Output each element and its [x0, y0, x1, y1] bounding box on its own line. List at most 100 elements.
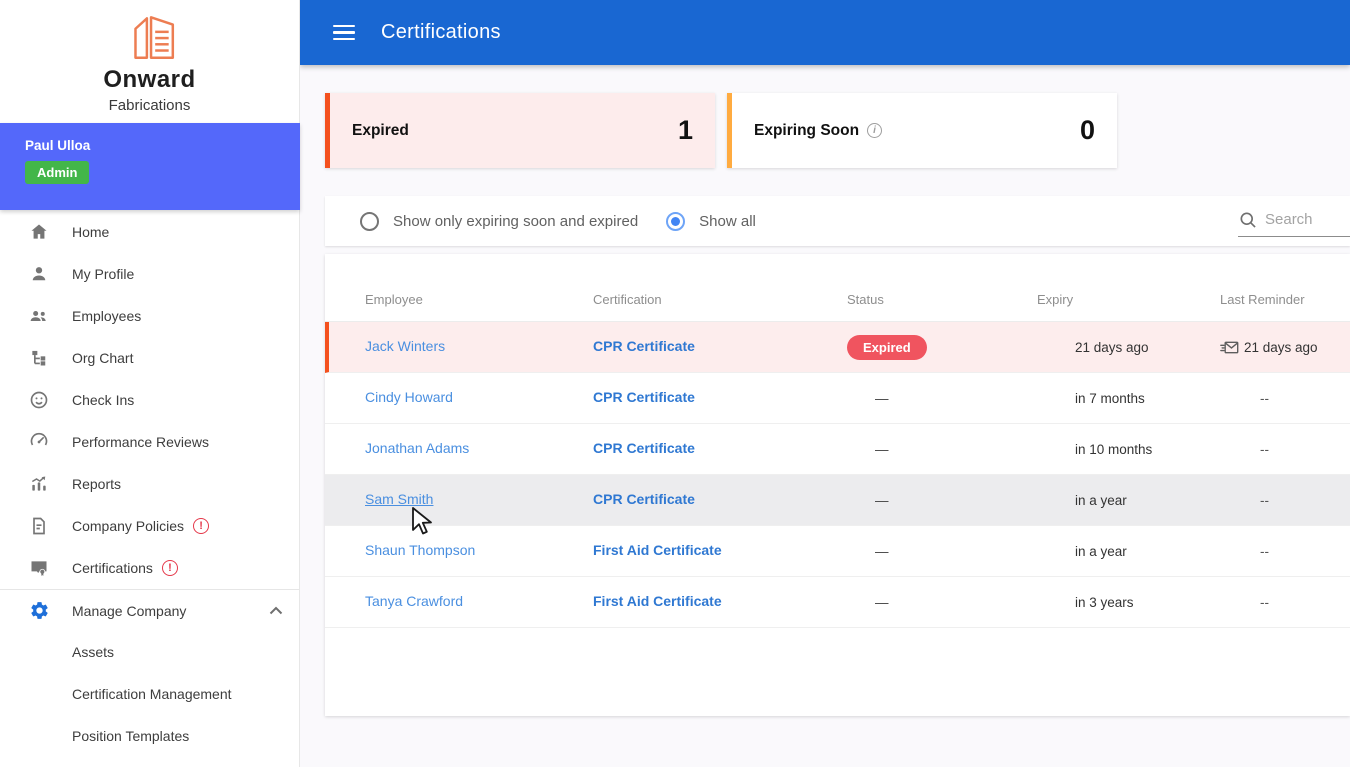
chevron-up-icon — [269, 602, 283, 620]
last-reminder-cell: -- — [1260, 543, 1269, 559]
expired-card-label: Expired — [352, 121, 409, 139]
search-input[interactable] — [1265, 211, 1343, 228]
expiring-card-label: Expiring Soon — [754, 121, 860, 139]
column-header-employee: Employee — [365, 292, 423, 307]
search-icon — [1240, 212, 1256, 228]
sidebar: Onward Fabrications Paul Ulloa Admin Hom… — [0, 0, 300, 767]
table-row[interactable]: Jonathan Adams CPR Certificate — in 10 m… — [325, 424, 1350, 475]
sidebar-item-label: Performance Reviews — [72, 434, 209, 450]
sidebar-item-label: Home — [72, 224, 110, 240]
expired-status-badge: Expired — [847, 334, 927, 360]
last-reminder-cell: -- — [1260, 492, 1269, 508]
table-row[interactable]: Sam Smith CPR Certificate — in a year -- — [325, 475, 1350, 526]
reminder-email-icon — [1220, 341, 1239, 353]
expiry-cell: in a year — [1075, 492, 1127, 508]
search-field[interactable] — [1238, 205, 1350, 237]
sidebar-item-label: Employees — [72, 308, 142, 324]
sidebar-item-employees[interactable]: Employees — [0, 295, 299, 337]
topbar: Certifications — [300, 0, 1350, 65]
radio-unchecked-icon[interactable] — [360, 211, 379, 231]
column-header-certification: Certification — [593, 292, 662, 307]
hamburger-menu-icon[interactable] — [333, 21, 355, 45]
certification-link[interactable]: CPR Certificate — [593, 338, 695, 354]
last-reminder-cell: -- — [1260, 441, 1269, 457]
employee-link[interactable]: Sam Smith — [365, 491, 433, 507]
sidebar-item-reports[interactable]: Reports — [0, 463, 299, 505]
expiry-cell: in 7 months — [1075, 390, 1145, 406]
certification-link[interactable]: First Aid Certificate — [593, 542, 722, 558]
certification-link[interactable]: CPR Certificate — [593, 440, 695, 456]
certification-link[interactable]: CPR Certificate — [593, 389, 695, 405]
employee-link[interactable]: Tanya Crawford — [365, 593, 463, 609]
gauge-icon — [28, 431, 50, 453]
table-header-row: Employee Certification Status Expiry Las… — [325, 254, 1350, 322]
expiring-soon-summary-card[interactable]: Expiring Soon i 0 — [727, 93, 1117, 168]
employee-link[interactable]: Cindy Howard — [365, 389, 453, 405]
sidebar-subitem-assets[interactable]: Assets — [0, 631, 299, 673]
table-row[interactable]: Cindy Howard CPR Certificate — in 7 mont… — [325, 373, 1350, 424]
last-reminder-cell: -- — [1260, 390, 1269, 406]
status-cell: — — [875, 543, 889, 559]
radio-label: Show all — [699, 212, 756, 230]
certification-link[interactable]: First Aid Certificate — [593, 593, 722, 609]
last-reminder-text: 21 days ago — [1244, 339, 1318, 355]
radio-checked-icon[interactable] — [666, 211, 686, 231]
expiring-card-count: 0 — [1079, 115, 1095, 145]
chart-icon — [28, 473, 50, 495]
company-logo: Onward Fabrications — [0, 0, 299, 114]
column-header-expiry: Expiry — [1037, 292, 1074, 307]
table-row[interactable]: Tanya Crawford First Aid Certificate — i… — [325, 577, 1350, 628]
sidebar-item-label: Reports — [72, 476, 122, 492]
column-header-status: Status — [847, 292, 884, 307]
radio-show-expiring-only[interactable]: Show only expiring soon and expired — [360, 211, 639, 231]
sidebar-subitem-position-templates[interactable]: Position Templates — [0, 715, 299, 757]
sidebar-item-home[interactable]: Home — [0, 211, 299, 253]
user-name: Paul Ulloa — [25, 138, 91, 153]
expiry-cell: in 10 months — [1075, 441, 1153, 457]
sidebar-item-org-chart[interactable]: Org Chart — [0, 337, 299, 379]
last-reminder-cell: -- — [1260, 594, 1269, 610]
admin-badge: Admin — [25, 161, 90, 184]
sidebar-item-company-policies[interactable]: Company Policies ! — [0, 505, 299, 547]
radio-label: Show only expiring soon and expired — [393, 212, 639, 230]
employee-link[interactable]: Jack Winters — [365, 338, 445, 354]
certification-link[interactable]: CPR Certificate — [593, 491, 695, 507]
sidebar-item-label: Certifications — [72, 560, 153, 576]
alert-icon: ! — [161, 560, 178, 576]
smiley-icon — [28, 389, 50, 411]
brand-subtitle: Fabrications — [108, 97, 191, 114]
employee-link[interactable]: Shaun Thompson — [365, 542, 475, 558]
sidebar-menu: Home My Profile Employees Org Chart Chec… — [0, 211, 299, 757]
gear-icon — [28, 600, 50, 622]
expired-card-count: 1 — [677, 115, 693, 145]
sidebar-item-label: My Profile — [72, 266, 135, 282]
org-chart-icon — [28, 347, 50, 369]
page-title: Certifications — [381, 21, 501, 43]
sidebar-item-certifications[interactable]: Certifications ! — [0, 547, 299, 589]
sidebar-item-performance-reviews[interactable]: Performance Reviews — [0, 421, 299, 463]
expiry-cell: in 3 years — [1075, 594, 1134, 610]
expired-summary-card[interactable]: Expired 1 — [325, 93, 715, 168]
sidebar-item-label: Check Ins — [72, 392, 135, 408]
table-row[interactable]: Shaun Thompson First Aid Certificate — i… — [325, 526, 1350, 577]
sidebar-item-label: Manage Company — [72, 602, 187, 619]
sidebar-item-label: Org Chart — [72, 350, 134, 366]
status-cell: — — [875, 594, 889, 610]
certifications-table: Employee Certification Status Expiry Las… — [325, 254, 1350, 716]
brand-name: Onward — [103, 66, 196, 93]
table-row[interactable]: Jack Winters CPR Certificate Expired 21 … — [325, 322, 1350, 373]
document-icon — [28, 515, 50, 537]
sidebar-item-check-ins[interactable]: Check Ins — [0, 379, 299, 421]
employee-link[interactable]: Jonathan Adams — [365, 440, 469, 456]
status-cell: — — [875, 492, 889, 508]
buildings-logo-icon — [133, 16, 174, 60]
info-icon[interactable]: i — [867, 123, 883, 138]
sidebar-item-label: Company Policies — [72, 518, 185, 534]
expiry-cell: in a year — [1075, 543, 1127, 559]
sidebar-item-my-profile[interactable]: My Profile — [0, 253, 299, 295]
radio-show-all[interactable]: Show all — [666, 211, 756, 231]
people-icon — [28, 305, 50, 327]
sidebar-subitem-certification-management[interactable]: Certification Management — [0, 673, 299, 715]
certificate-icon — [28, 557, 50, 579]
sidebar-item-manage-company[interactable]: Manage Company — [0, 589, 299, 631]
